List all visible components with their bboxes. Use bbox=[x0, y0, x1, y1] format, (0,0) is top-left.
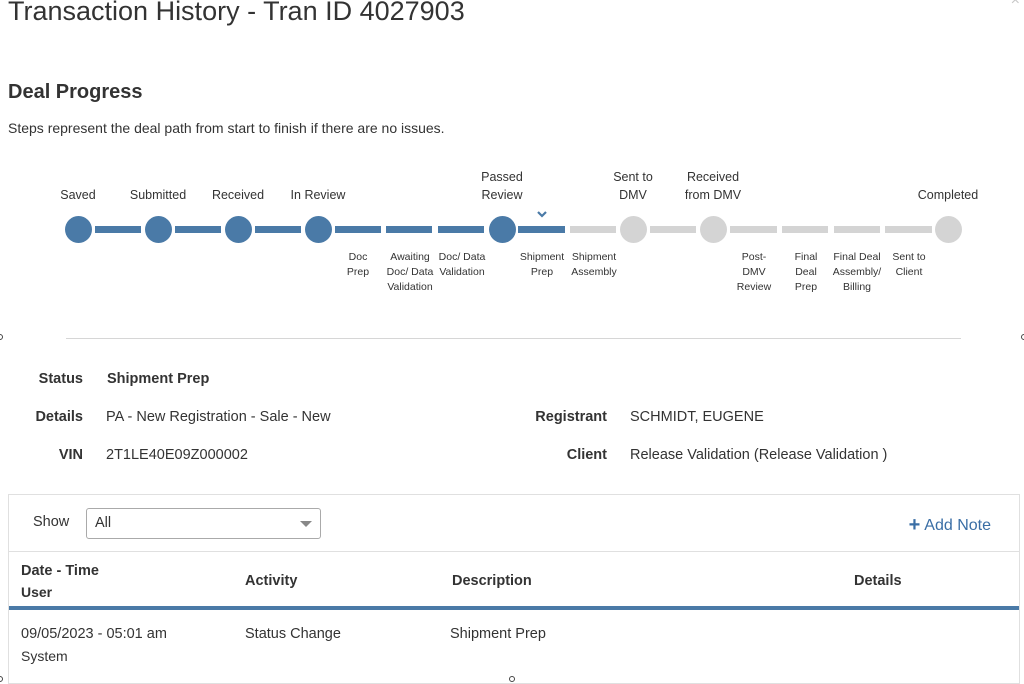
milestone-node bbox=[700, 216, 727, 243]
progress-segment bbox=[650, 226, 696, 233]
deal-progress-title: Deal Progress bbox=[8, 81, 143, 103]
progress-segment bbox=[95, 226, 141, 233]
details-value: PA - New Registration - Sale - New bbox=[106, 409, 331, 425]
add-note-button[interactable]: + Add Note bbox=[909, 513, 991, 536]
column-header-datetime[interactable]: Date - Time User bbox=[21, 561, 99, 603]
substep-segment bbox=[570, 226, 616, 233]
column-header-description[interactable]: Description bbox=[452, 571, 532, 592]
substep-segment bbox=[335, 226, 381, 233]
milestone-node bbox=[145, 216, 172, 243]
table-row: 09/05/2023 - 05:01 am System Status Chan… bbox=[9, 614, 1019, 674]
current-step-chevron-icon bbox=[537, 211, 547, 218]
milestone-node bbox=[65, 216, 92, 243]
user-header-label: User bbox=[21, 584, 53, 600]
registrant-label: Registrant bbox=[535, 409, 607, 425]
resize-handle[interactable] bbox=[0, 676, 3, 682]
resize-handle[interactable] bbox=[0, 334, 3, 340]
window-title: Transaction History - Tran ID 4027903 bbox=[8, 0, 465, 26]
plus-icon: + bbox=[908, 514, 921, 536]
substep-label: Sent to Client bbox=[892, 251, 926, 278]
substep-segment bbox=[834, 226, 880, 233]
datetime-header-label: Date - Time bbox=[21, 563, 99, 579]
details-label: Details bbox=[35, 409, 83, 425]
add-note-label: Add Note bbox=[924, 517, 991, 534]
show-filter-select[interactable]: All bbox=[86, 508, 321, 539]
client-value: Release Validation (Release Validation ) bbox=[630, 447, 888, 463]
status-label: Status bbox=[38, 371, 83, 387]
row-datetime: 09/05/2023 - 05:01 am bbox=[21, 626, 167, 642]
deal-progress-description: Steps represent the deal path from start… bbox=[8, 120, 445, 136]
column-header-details[interactable]: Details bbox=[854, 571, 902, 592]
milestone-node bbox=[620, 216, 647, 243]
show-filter-label: Show bbox=[33, 514, 70, 530]
client-label: Client bbox=[566, 447, 607, 463]
section-divider bbox=[66, 338, 961, 339]
milestone-label: Completed bbox=[917, 188, 979, 202]
substep-segment bbox=[386, 226, 432, 233]
milestone-node bbox=[935, 216, 962, 243]
substep-segment bbox=[518, 226, 565, 233]
registrant-value: SCHMIDT, EUGENE bbox=[630, 409, 764, 425]
substep-segment bbox=[885, 226, 932, 233]
substep-segment bbox=[730, 226, 777, 233]
row-description: Shipment Prep bbox=[450, 626, 546, 642]
row-datetime-cell: 09/05/2023 - 05:01 am System bbox=[21, 623, 167, 667]
substep-label: Doc/ Data Validation bbox=[438, 251, 486, 278]
milestone-label: In Review bbox=[290, 188, 346, 202]
milestone-label: Received from DMV bbox=[684, 170, 742, 202]
column-header-activity[interactable]: Activity bbox=[245, 571, 297, 592]
milestone-node bbox=[225, 216, 252, 243]
substep-label: Shipment Assembly bbox=[571, 251, 617, 278]
milestone-label: Passed Review bbox=[481, 170, 523, 202]
close-icon[interactable]: × bbox=[1011, 0, 1020, 10]
vin-value: 2T1LE40E09Z000002 bbox=[106, 447, 248, 463]
row-activity: Status Change bbox=[245, 626, 341, 642]
milestone-node bbox=[489, 216, 516, 243]
substep-segment bbox=[782, 226, 828, 233]
resize-handle[interactable] bbox=[509, 676, 515, 682]
milestone-node bbox=[305, 216, 332, 243]
row-user: System bbox=[21, 648, 68, 664]
deal-progress-tracker: Saved Submitted Received In Review Passe… bbox=[0, 160, 1024, 310]
status-value: Shipment Prep bbox=[107, 371, 210, 387]
history-toolbar: Show All + Add Note bbox=[9, 495, 1019, 552]
progress-segment bbox=[255, 226, 301, 233]
show-filter-value: All bbox=[95, 515, 112, 531]
dropdown-caret-icon bbox=[300, 521, 312, 527]
history-table-header: Date - Time User Activity Description De… bbox=[9, 552, 1019, 610]
vin-label: VIN bbox=[58, 447, 83, 463]
progress-segment bbox=[175, 226, 221, 233]
substep-segment bbox=[438, 226, 484, 233]
history-panel: Show All + Add Note Date - Time User Acti… bbox=[8, 494, 1020, 684]
